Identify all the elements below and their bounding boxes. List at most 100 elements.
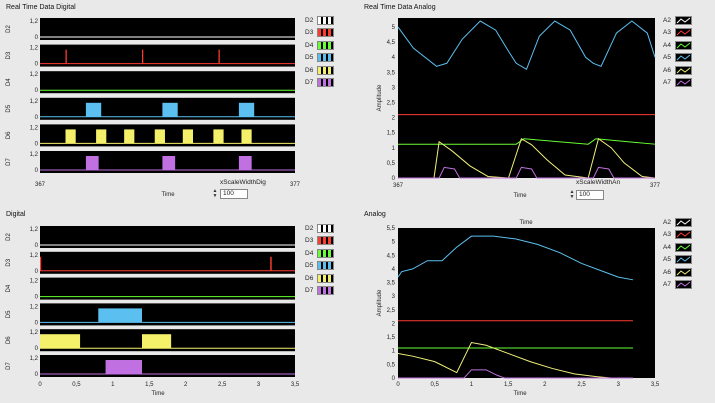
legend-label: A7 — [663, 79, 671, 86]
pulse-d6 — [142, 334, 172, 349]
legend-swatch-icon — [675, 218, 692, 227]
legend-swatch-icon — [675, 28, 692, 38]
channel-label-d6: D6 — [6, 131, 12, 139]
channel-label-d7: D7 — [6, 158, 12, 166]
x-axis-label: Time — [513, 193, 527, 199]
y-tick-label: 0 — [35, 88, 39, 94]
y-tick-label: 1,2 — [30, 279, 39, 285]
y-tick-label: 4 — [392, 55, 396, 61]
legend-item-d2[interactable]: D2 — [305, 224, 335, 234]
pulse-d5 — [85, 102, 102, 117]
legend-item-d4[interactable]: D4 — [305, 248, 335, 259]
legend-item-d3[interactable]: D3 — [305, 28, 335, 38]
y-tick-label: 2 — [392, 321, 396, 327]
legend-item-d7[interactable]: D7 — [305, 286, 335, 296]
legend-swatch-icon — [675, 255, 692, 265]
pulse-d6 — [40, 334, 81, 349]
x-tick-label: 377 — [650, 183, 661, 189]
x-scale-width-an-label: xScaleWidthAn — [576, 179, 621, 186]
x-tick-label: 1 — [470, 382, 474, 388]
legend-swatch-icon — [675, 267, 692, 277]
legend-item-a5[interactable]: A5 — [663, 53, 693, 63]
pulse-d5 — [98, 308, 142, 323]
x-scale-width-dig-stepper[interactable]: ▲ ▼ — [212, 189, 218, 199]
x-tick-label: 0,5 — [431, 382, 440, 388]
legend-item-d5[interactable]: D5 — [305, 261, 335, 271]
legend-label: D7 — [305, 287, 314, 294]
legend-label: D4 — [305, 41, 314, 49]
y-tick-label: 0 — [35, 320, 39, 326]
y-tick-label: 0 — [35, 372, 39, 378]
legend-label: A5 — [663, 256, 671, 264]
legend-item-d4[interactable]: D4 — [305, 40, 335, 51]
x-scale-width-an-stepper[interactable]: ▲ ▼ — [569, 190, 575, 200]
x-scale-width-dig-input[interactable]: 100 — [220, 189, 248, 199]
legend-item-d5[interactable]: D5 — [305, 53, 335, 63]
y-tick-label: 3 — [392, 85, 396, 91]
channel-label-d3: D3 — [6, 258, 12, 266]
x-tick-label: 3 — [257, 382, 261, 388]
legend-swatch-icon — [317, 273, 334, 283]
pulse-d3 — [65, 49, 67, 64]
pulse-d6 — [213, 129, 224, 144]
channel-label-d5: D5 — [6, 104, 12, 112]
legend-item-d2[interactable]: D2 — [305, 16, 335, 26]
pulse-d6 — [96, 129, 107, 144]
y-tick-label: 1,2 — [30, 304, 39, 310]
y-tick-label: 3,5 — [387, 281, 396, 287]
y-tick-label: 4 — [392, 267, 396, 273]
legend-label: A6 — [663, 268, 671, 276]
legend-item-d7[interactable]: D7 — [305, 78, 335, 88]
legend-label: A4 — [663, 41, 671, 49]
legend-item-a6[interactable]: A6 — [663, 65, 693, 76]
legend-item-d3[interactable]: D3 — [305, 236, 335, 246]
y-tick-label: 0 — [392, 176, 396, 182]
x-tick-label: 0 — [396, 382, 400, 388]
y-tick-label: 0,5 — [387, 362, 396, 368]
x-axis-label: Time — [151, 391, 165, 397]
y-tick-label: 2,5 — [387, 308, 396, 314]
legend-item-d6[interactable]: D6 — [305, 65, 335, 76]
y-tick-label: 5 — [392, 25, 396, 31]
channel-label-d5: D5 — [6, 310, 12, 318]
legend-label: D7 — [305, 79, 314, 86]
legend-item-a3[interactable]: A3 — [663, 230, 693, 240]
legend-swatch-icon — [675, 78, 692, 87]
x-tick-label: 3,5 — [291, 382, 300, 388]
legend-item-a2[interactable]: A2 — [663, 16, 693, 26]
pulse-d3 — [40, 256, 42, 271]
pulse-d3 — [142, 49, 144, 64]
channel-label-d2: D2 — [6, 25, 12, 33]
legend-item-a4[interactable]: A4 — [663, 40, 693, 51]
legend-item-a6[interactable]: A6 — [663, 267, 693, 278]
legend-swatch-icon — [317, 261, 334, 271]
legend-item-a7[interactable]: A7 — [663, 78, 693, 88]
legend-item-a2[interactable]: A2 — [663, 218, 693, 228]
legend-item-a7[interactable]: A7 — [663, 280, 693, 290]
y-tick-label: 2 — [392, 116, 396, 122]
legend-label: D3 — [305, 29, 314, 37]
y-tick-label: 1,5 — [387, 335, 396, 341]
legend-label: D5 — [305, 54, 314, 62]
legend-item-a5[interactable]: A5 — [663, 255, 693, 265]
y-tick-label: 0 — [35, 346, 39, 352]
legend-item-a3[interactable]: A3 — [663, 28, 693, 38]
y-tick-label: 1,2 — [30, 99, 39, 105]
pulse-d7 — [85, 156, 99, 170]
y-tick-label: 1,2 — [30, 72, 39, 78]
legend-swatch-icon — [317, 65, 334, 75]
pulse-d7 — [238, 156, 252, 170]
y-tick-label: 0 — [35, 62, 39, 68]
legend-item-a4[interactable]: A4 — [663, 242, 693, 253]
y-tick-label: 0 — [35, 35, 39, 41]
legend-swatch-icon — [675, 230, 692, 240]
x-axis-label-top: Time — [519, 220, 533, 226]
x-scale-width-dig-label: xScaleWidthDig — [220, 179, 266, 186]
legend-swatch-icon — [317, 248, 334, 258]
pulse-d5 — [162, 102, 178, 117]
y-tick-label: 1,2 — [30, 19, 39, 25]
legend-label: D3 — [305, 237, 314, 245]
legend-item-d6[interactable]: D6 — [305, 273, 335, 284]
x-scale-width-an-input[interactable]: 100 — [576, 190, 604, 200]
y-tick-label: 1,2 — [30, 227, 39, 233]
